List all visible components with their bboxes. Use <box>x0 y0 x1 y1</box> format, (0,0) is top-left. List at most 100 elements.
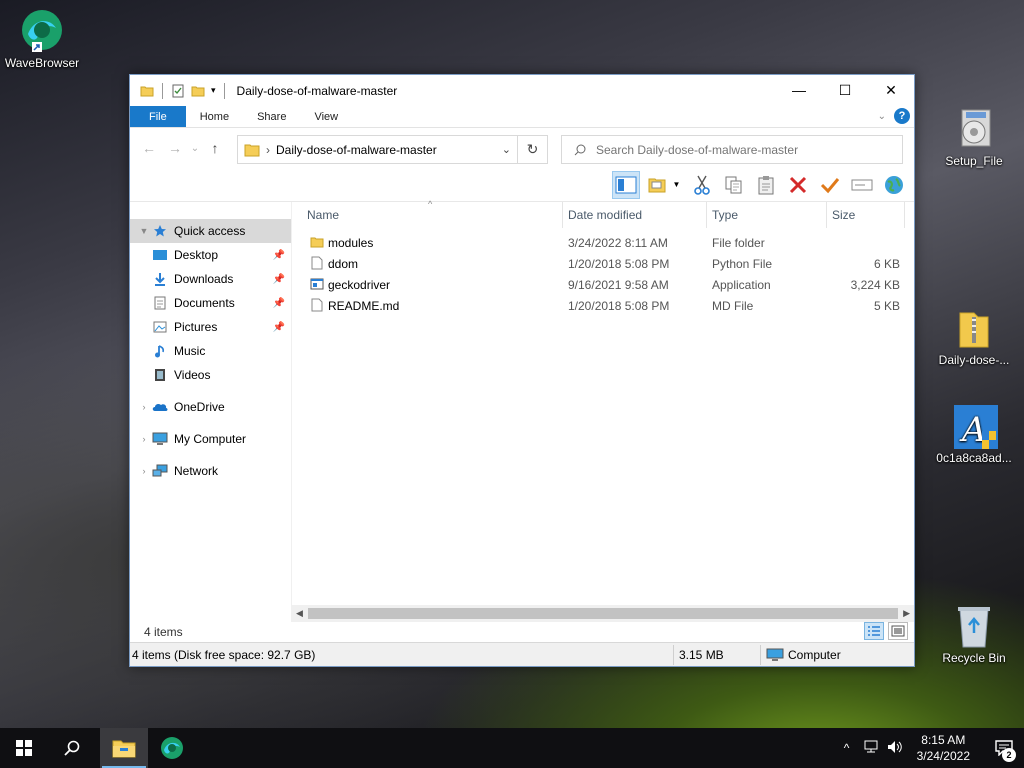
taskbar-wavebrowser[interactable] <box>148 728 196 768</box>
breadcrumb-separator-icon: › <box>266 142 270 157</box>
table-row[interactable]: README.md 1/20/2018 5:08 PM MD File 5 KB <box>292 295 914 316</box>
paste-button[interactable] <box>752 171 780 199</box>
sidebar-item-my-computer[interactable]: › My Computer <box>130 427 291 451</box>
search-input[interactable] <box>596 142 876 157</box>
sidebar-item-downloads[interactable]: Downloads 📌 <box>130 267 291 291</box>
search-icon <box>64 740 80 756</box>
check-button[interactable] <box>816 171 844 199</box>
preview-pane-button[interactable] <box>612 170 640 199</box>
sidebar-item-label: Music <box>174 344 206 358</box>
sidebar-item-desktop[interactable]: Desktop 📌 <box>130 243 291 267</box>
new-folder-icon[interactable] <box>191 84 205 98</box>
status-bar: 4 items <box>130 622 914 642</box>
location-label: Computer <box>788 648 841 662</box>
network-status-icon[interactable] <box>859 740 883 757</box>
tab-home[interactable]: Home <box>186 106 243 127</box>
table-row[interactable]: geckodriver 9/16/2021 9:58 AM Applicatio… <box>292 274 914 295</box>
search-box[interactable] <box>561 135 903 164</box>
column-type[interactable]: Type <box>712 208 738 222</box>
tab-view[interactable]: View <box>300 106 352 127</box>
maximize-button[interactable]: ☐ <box>822 75 868 105</box>
sidebar-item-label: Documents <box>174 296 235 310</box>
scroll-left-icon[interactable]: ◀ <box>296 608 303 619</box>
expand-chevron-icon[interactable]: › <box>136 466 152 476</box>
tab-file[interactable]: File <box>130 106 186 127</box>
column-size[interactable]: Size <box>832 208 855 222</box>
file-date: 9/16/2021 9:58 AM <box>568 278 669 292</box>
action-center-button[interactable]: 2 <box>984 728 1024 768</box>
properties-icon[interactable] <box>171 84 185 98</box>
desktop-icon-daily-dose[interactable]: Daily-dose-... <box>932 305 1016 367</box>
table-row[interactable]: ddom 1/20/2018 5:08 PM Python File 6 KB <box>292 253 914 274</box>
column-date-modified[interactable]: Date modified <box>568 208 642 222</box>
details-view-button[interactable] <box>864 622 884 640</box>
up-button[interactable]: ↑ <box>202 140 228 156</box>
sidebar-item-label: Pictures <box>174 320 218 334</box>
view-switcher <box>864 622 908 640</box>
sidebar-item-network[interactable]: › Network <box>130 459 291 483</box>
file-name: README.md <box>328 299 400 313</box>
sidebar-item-label: Quick access <box>174 224 246 238</box>
pin-icon: 📌 <box>272 249 285 261</box>
sidebar-item-music[interactable]: Music <box>130 339 291 363</box>
properties-button[interactable]: ▼ <box>644 171 684 199</box>
sidebar-item-videos[interactable]: Videos <box>130 363 291 387</box>
navigation-pane: ▼ Quick access Desktop 📌 Downloads 📌 Doc… <box>130 202 292 622</box>
clock[interactable]: 8:15 AM 3/24/2022 <box>917 732 970 764</box>
help-button[interactable]: ? <box>894 108 910 124</box>
file-size: 3,224 KB <box>850 278 900 292</box>
desktop-icon-recycle-bin[interactable]: Recycle Bin <box>932 603 1016 665</box>
minimize-button[interactable]: — <box>776 75 822 105</box>
file-explorer-window: ▾ Daily-dose-of-malware-master — ☐ ✕ Fil… <box>129 74 915 667</box>
pin-icon: 📌 <box>272 297 285 309</box>
large-icons-view-button[interactable] <box>888 622 908 640</box>
address-dropdown-icon[interactable]: ⌄ <box>502 143 511 156</box>
expand-chevron-icon[interactable]: › <box>136 434 152 444</box>
expand-ribbon-icon[interactable]: ⌄ <box>878 111 886 122</box>
breadcrumb-current[interactable]: Daily-dose-of-malware-master <box>276 143 437 157</box>
desktop-icon-setup-file[interactable]: Setup_File <box>932 106 1016 168</box>
tab-share[interactable]: Share <box>243 106 300 127</box>
file-name: ddom <box>328 257 359 271</box>
back-button[interactable]: ← <box>136 140 162 156</box>
table-row[interactable]: modules 3/24/2022 8:11 AM File folder <box>292 232 914 253</box>
documents-icon <box>152 295 168 311</box>
file-size: 6 KB <box>873 257 900 271</box>
installer-icon <box>952 106 996 150</box>
close-button[interactable]: ✕ <box>868 75 914 105</box>
rename-button[interactable] <box>848 171 876 199</box>
delete-button[interactable] <box>784 171 812 199</box>
sidebar-item-pictures[interactable]: Pictures 📌 <box>130 315 291 339</box>
internet-button[interactable] <box>880 171 908 199</box>
customize-toolbar-icon[interactable]: ▾ <box>211 85 216 96</box>
scrollbar-thumb[interactable] <box>308 608 898 619</box>
layout-pane-icon <box>615 176 637 193</box>
start-button[interactable] <box>0 728 48 768</box>
sidebar-item-quick-access[interactable]: ▼ Quick access <box>130 219 291 243</box>
cloud-icon <box>152 399 168 415</box>
large-icons-view-icon <box>891 625 905 637</box>
horizontal-scrollbar[interactable]: ◀ ▶ <box>292 605 914 622</box>
recent-locations-button[interactable]: ⌄ <box>188 143 202 154</box>
sidebar-item-onedrive[interactable]: › OneDrive <box>130 395 291 419</box>
sidebar-item-documents[interactable]: Documents 📌 <box>130 291 291 315</box>
details-view-icon <box>868 626 880 636</box>
desktop-icon-0c1a8ca8ad[interactable]: A 0c1a8ca8ad... <box>932 403 1016 465</box>
application-icon <box>310 278 324 290</box>
column-name[interactable]: Name <box>307 208 339 222</box>
cut-button[interactable] <box>688 171 716 199</box>
volume-icon[interactable] <box>883 740 907 757</box>
refresh-button[interactable]: ↻ <box>517 136 547 163</box>
show-hidden-icons-icon[interactable]: ^ <box>835 741 859 755</box>
divider <box>223 82 225 99</box>
taskbar-file-explorer[interactable] <box>100 728 148 768</box>
expand-chevron-icon[interactable]: › <box>136 402 152 412</box>
desktop-icon-wavebrowser[interactable]: WaveBrowser <box>0 8 84 70</box>
forward-button[interactable]: → <box>162 140 188 156</box>
expand-chevron-icon[interactable]: ▼ <box>136 226 152 236</box>
explorer-body: ▼ Quick access Desktop 📌 Downloads 📌 Doc… <box>130 199 914 622</box>
scroll-right-icon[interactable]: ▶ <box>903 608 910 619</box>
search-button[interactable] <box>48 728 96 768</box>
copy-button[interactable] <box>720 171 748 199</box>
address-bar[interactable]: › Daily-dose-of-malware-master ⌄ ↻ <box>237 135 548 164</box>
